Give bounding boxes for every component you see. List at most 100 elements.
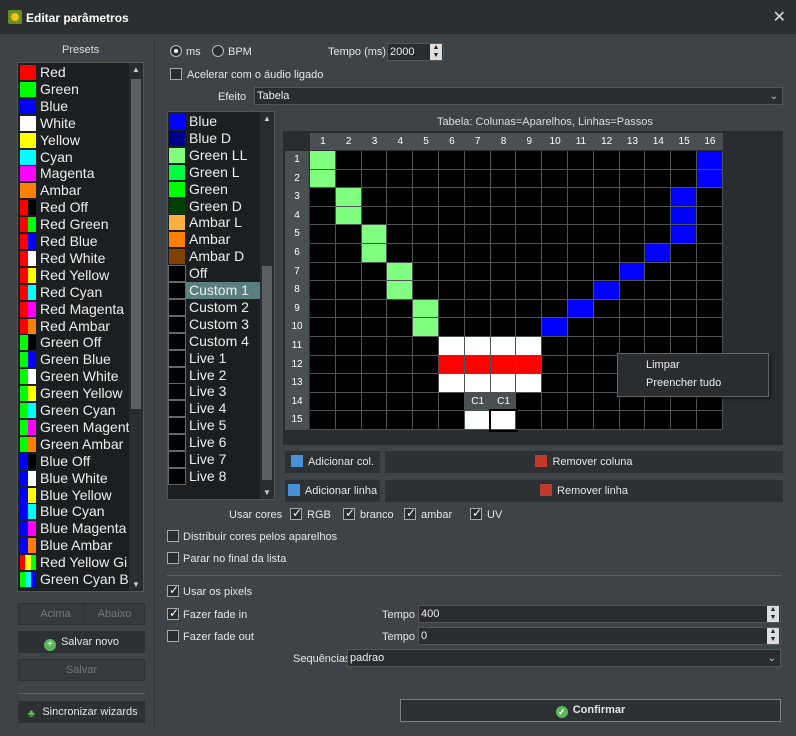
color-list-item[interactable]: Green LL <box>168 147 260 164</box>
table-cell[interactable] <box>593 318 620 337</box>
presets-scrollbar[interactable]: ▲ ▼ <box>129 63 143 591</box>
column-header[interactable]: 4 <box>387 133 414 150</box>
table-cell[interactable] <box>645 206 672 226</box>
table-cell[interactable] <box>645 169 672 189</box>
table-cell[interactable] <box>439 151 465 170</box>
table-cell[interactable] <box>413 392 439 412</box>
preset-item[interactable]: Red Magenta <box>18 301 130 318</box>
table-cell[interactable] <box>310 206 336 226</box>
move-down-button[interactable]: Abaixo <box>84 603 145 625</box>
stop-end-checkbox[interactable] <box>167 552 179 564</box>
table-cell[interactable] <box>387 188 414 207</box>
row-header[interactable]: 2 <box>285 169 309 189</box>
row-header[interactable]: 1 <box>285 151 309 170</box>
table-cell[interactable] <box>310 281 336 300</box>
row-header[interactable]: 13 <box>285 374 309 393</box>
table-cell[interactable] <box>542 262 568 282</box>
scroll-down-icon[interactable]: ▼ <box>260 488 274 497</box>
table-cell[interactable] <box>568 299 594 319</box>
table-cell[interactable] <box>310 188 336 207</box>
save-new-button[interactable]: + Salvar novo <box>18 631 145 653</box>
context-menu[interactable]: Limpar Preencher tudo <box>617 353 769 397</box>
table-cell[interactable] <box>568 318 594 337</box>
preset-item[interactable]: Red Yellow Gi <box>18 554 130 571</box>
fade-out-input[interactable]: 0 <box>418 627 781 645</box>
table-cell[interactable] <box>439 411 465 430</box>
row-header[interactable]: 8 <box>285 281 309 300</box>
scroll-up-icon[interactable]: ▲ <box>260 114 274 123</box>
table-cell[interactable] <box>310 225 336 244</box>
table-cell[interactable] <box>490 225 517 244</box>
table-cell[interactable] <box>413 169 439 189</box>
table-cell[interactable] <box>671 151 697 170</box>
preset-item[interactable]: Red <box>18 64 130 81</box>
table-cell[interactable] <box>593 206 620 226</box>
preset-item[interactable]: Red White <box>18 250 130 267</box>
table-cell[interactable] <box>413 281 439 300</box>
add-column-button[interactable]: Adicionar col. <box>285 451 380 473</box>
table-cell[interactable] <box>310 318 336 337</box>
table-cell[interactable] <box>490 355 517 375</box>
table-cell[interactable] <box>645 299 672 319</box>
table-cell[interactable] <box>516 225 543 244</box>
preset-item[interactable]: Blue <box>18 98 130 115</box>
table-cell[interactable] <box>439 262 465 282</box>
row-header[interactable]: 10 <box>285 318 309 337</box>
table-cell[interactable] <box>542 318 568 337</box>
table-cell[interactable] <box>464 244 491 263</box>
preset-item[interactable]: Ambar <box>18 182 130 199</box>
preset-item[interactable]: Red Yellow <box>18 267 130 284</box>
table-cell[interactable] <box>464 206 491 226</box>
table-cell[interactable] <box>310 337 336 356</box>
preset-item[interactable]: Cyan <box>18 149 130 166</box>
column-header[interactable]: 3 <box>361 133 388 150</box>
table-cell[interactable] <box>619 244 646 263</box>
table-cell[interactable] <box>335 337 362 356</box>
column-header[interactable]: 11 <box>568 133 594 150</box>
row-header[interactable]: 6 <box>285 244 309 263</box>
table-cell[interactable] <box>568 206 594 226</box>
table-cell[interactable] <box>439 188 465 207</box>
context-menu-item[interactable]: Limpar <box>646 359 680 371</box>
preset-item[interactable]: Green Blue <box>18 351 130 368</box>
column-header[interactable]: 16 <box>697 133 723 150</box>
table-cell[interactable] <box>335 262 362 282</box>
table-cell[interactable] <box>488 409 519 432</box>
table-cell[interactable] <box>645 244 672 263</box>
table-cell[interactable] <box>387 411 414 430</box>
preset-item[interactable]: Green Ambar <box>18 436 130 453</box>
scroll-thumb[interactable] <box>131 79 141 409</box>
table-cell[interactable] <box>542 244 568 263</box>
use-pixels-checkbox[interactable] <box>167 583 179 597</box>
table-cell[interactable] <box>516 281 543 300</box>
table-cell[interactable] <box>464 355 491 375</box>
table-cell[interactable] <box>490 262 517 282</box>
sync-wizards-button[interactable]: ♣ Sincronizar wizards <box>18 701 145 723</box>
add-row-button[interactable]: Adicionar linha <box>285 480 380 502</box>
table-cell[interactable] <box>361 411 388 430</box>
table-cell[interactable] <box>516 206 543 226</box>
table-cell[interactable] <box>619 299 646 319</box>
table-cell[interactable] <box>464 188 491 207</box>
table-cell[interactable] <box>593 151 620 170</box>
scroll-up-icon[interactable]: ▲ <box>129 65 143 74</box>
table-cell[interactable] <box>568 244 594 263</box>
table-cell[interactable] <box>335 374 362 393</box>
table-cell[interactable] <box>593 299 620 319</box>
table-cell[interactable] <box>464 337 491 356</box>
table-cell[interactable] <box>413 244 439 263</box>
bpm-radio[interactable] <box>212 45 224 57</box>
preset-item[interactable]: Blue Ambar <box>18 537 130 554</box>
table-cell[interactable] <box>413 337 439 356</box>
save-button[interactable]: Salvar <box>18 659 145 681</box>
scroll-down-icon[interactable]: ▼ <box>129 580 143 589</box>
table-cell[interactable] <box>593 244 620 263</box>
table-cell[interactable] <box>619 318 646 337</box>
table-cell[interactable] <box>490 151 517 170</box>
color-list[interactable]: Live 8 Live 7 Live 6 Live 5 Live 4 Live 3 Live… <box>167 111 275 500</box>
table-cell[interactable] <box>413 355 439 375</box>
table-cell[interactable] <box>335 206 362 226</box>
table-cell[interactable] <box>464 411 491 430</box>
table-cell[interactable] <box>361 318 388 337</box>
color-list-item[interactable]: Live 7 <box>168 451 260 468</box>
